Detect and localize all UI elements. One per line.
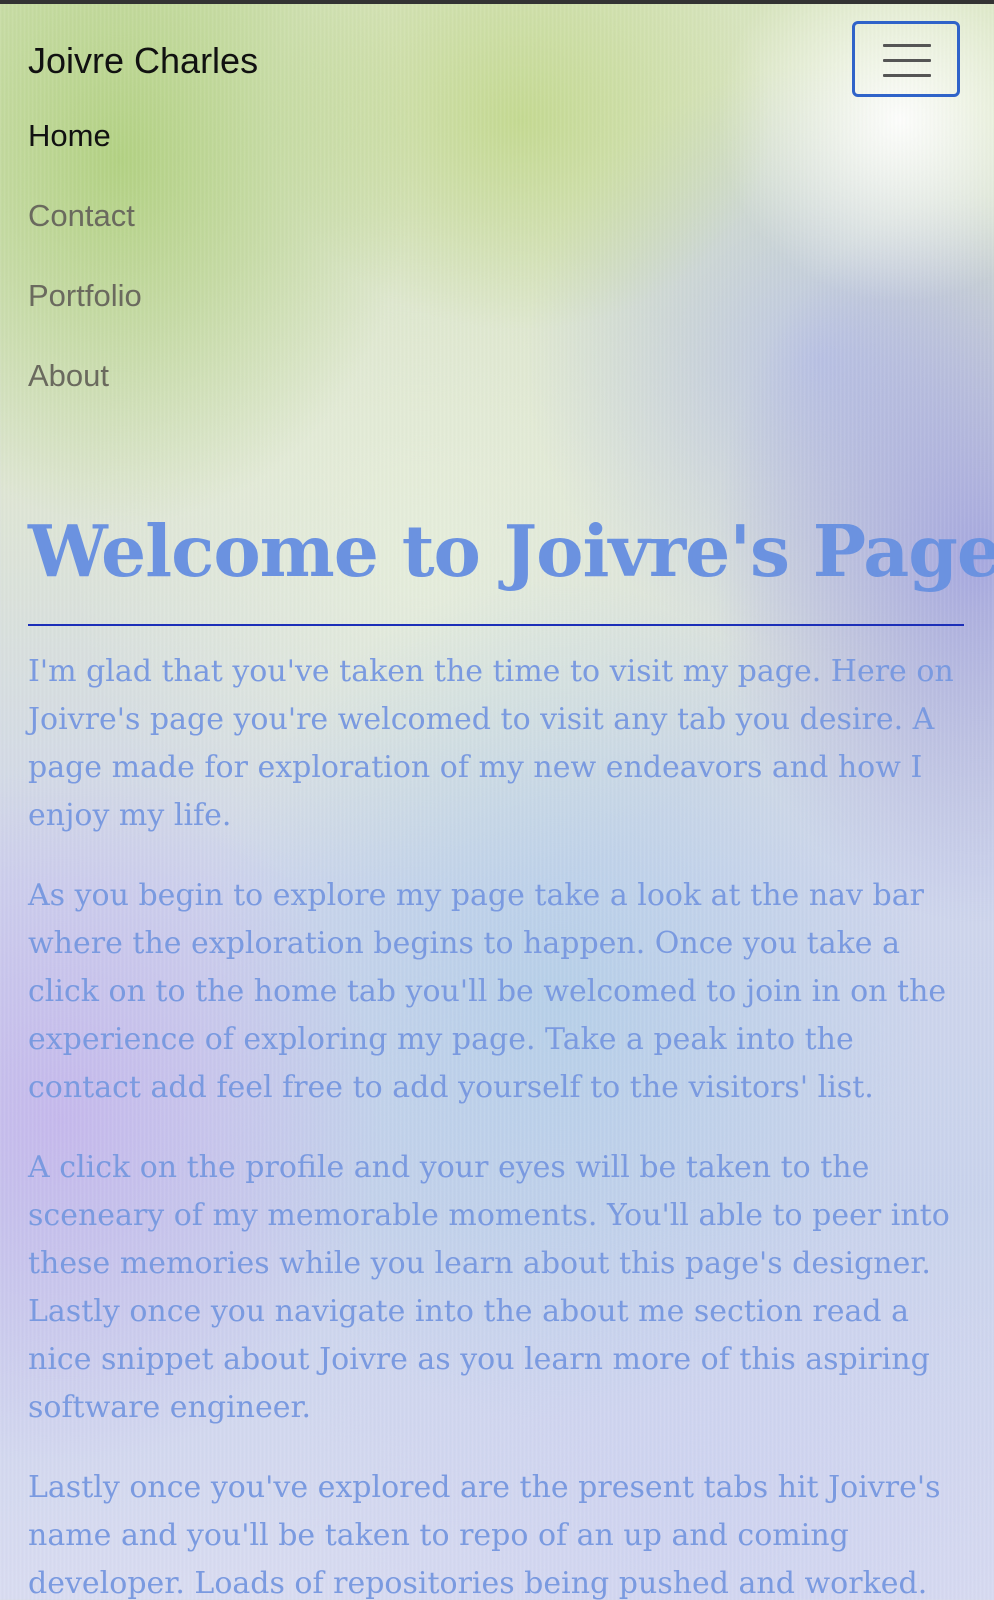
nav-link-about[interactable]: About <box>28 356 109 396</box>
nav-item-about: About <box>28 356 142 436</box>
closing-paragraph: Lastly once you've explored are the pres… <box>28 1470 941 1600</box>
navbar: Joivre Charles Home Contact Portfolio Ab… <box>0 4 994 434</box>
nav-link-portfolio[interactable]: Portfolio <box>28 276 142 316</box>
navigation-paragraph: As you begin to explore my page take a l… <box>28 878 947 1105</box>
nav-link-contact[interactable]: Contact <box>28 196 135 236</box>
hamburger-menu-icon <box>883 44 931 78</box>
profile-paragraph: A click on the profile and your eyes wil… <box>28 1150 950 1425</box>
title-divider <box>28 624 964 626</box>
page-title: Welcome to Joivre's Page <box>28 509 994 593</box>
brand-link[interactable]: Joivre Charles <box>28 40 258 82</box>
nav-item-portfolio: Portfolio <box>28 276 142 356</box>
nav-link-home[interactable]: Home <box>28 116 111 156</box>
nav-item-contact: Contact <box>28 196 142 276</box>
nav-item-home: Home <box>28 116 142 196</box>
intro-paragraph: I'm glad that you've taken the time to v… <box>28 654 954 833</box>
nav-menu: Home Contact Portfolio About <box>28 116 142 436</box>
navbar-toggler-button[interactable] <box>852 21 960 97</box>
main-content: Welcome to Joivre's Page I'm glad that y… <box>28 496 994 1600</box>
